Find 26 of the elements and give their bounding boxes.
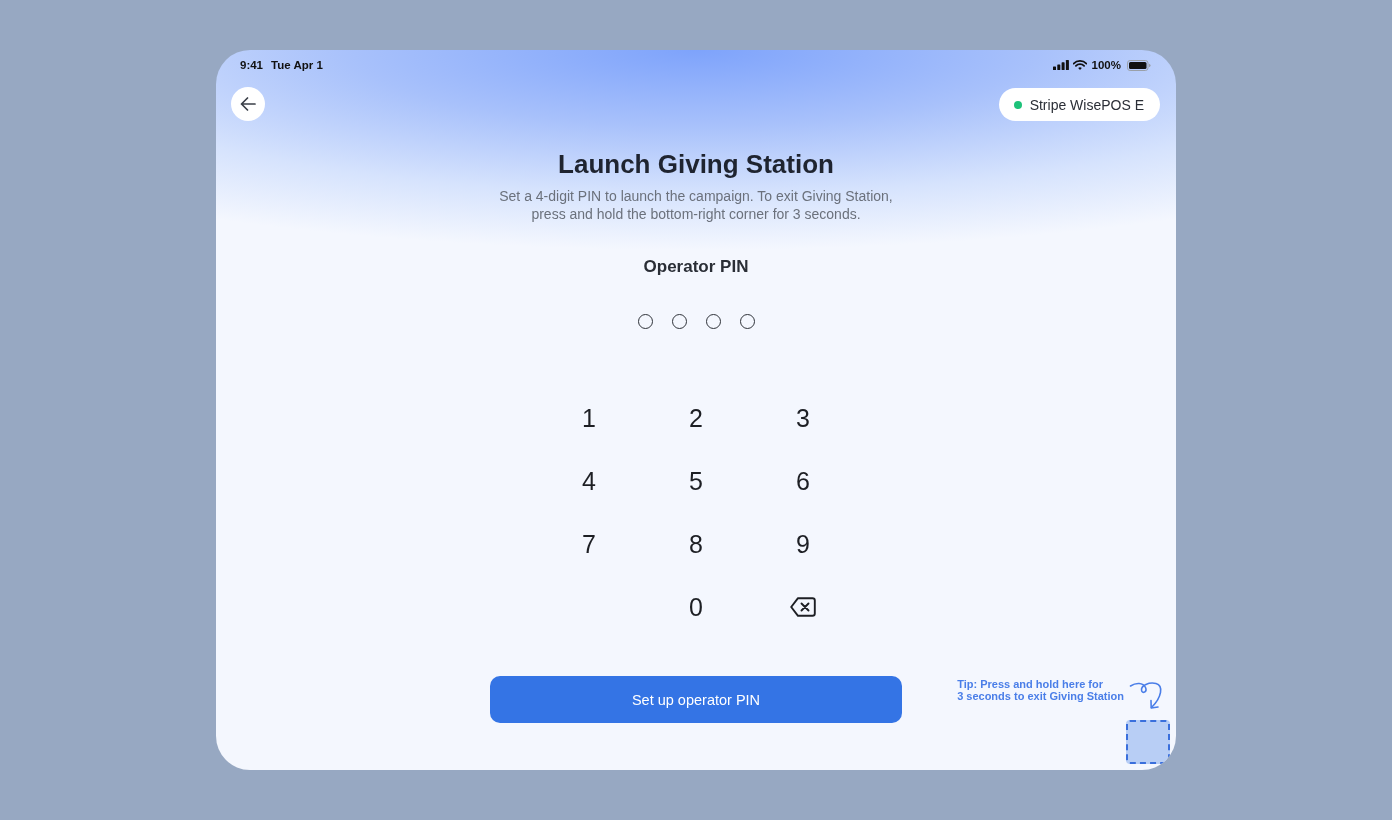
keypad-key[interactable]: 9	[755, 518, 851, 570]
status-date: Tue Apr 1	[271, 59, 323, 71]
card-reader-button[interactable]: Stripe WisePOS E	[998, 88, 1160, 121]
exit-hold-area[interactable]	[1126, 720, 1170, 764]
keypad-key[interactable]: 6	[755, 455, 851, 507]
signal-icon	[1052, 60, 1069, 70]
battery-percent: 100%	[1091, 59, 1121, 71]
keypad-key[interactable]: 2	[648, 392, 744, 444]
arrow-left-icon	[240, 97, 256, 111]
backspace-icon	[790, 597, 816, 617]
keypad-key[interactable]: 0	[648, 581, 744, 633]
keypad-key[interactable]: 1	[541, 392, 637, 444]
exit-tip-text: Tip: Press and hold here for 3 seconds to exit Giving Station	[957, 678, 1124, 702]
battery-icon	[1127, 59, 1151, 71]
setup-pin-button[interactable]: Set up operator PIN	[490, 676, 902, 723]
wifi-icon	[1072, 60, 1087, 70]
status-time: 9:41	[240, 59, 264, 71]
keypad-key[interactable]: 4	[541, 455, 637, 507]
keypad-key[interactable]: 5	[648, 455, 744, 507]
keypad-key[interactable]: 3	[755, 392, 851, 444]
keypad-key[interactable]: 7	[541, 518, 637, 570]
page-title: Launch Giving Station	[558, 148, 834, 180]
page-subtitle: Set a 4-digit PIN to launch the campaign. To exit Giving Station, press and hold the bottom-right corner for 3 seconds.	[498, 187, 894, 223]
keypad-key[interactable]: 8	[648, 518, 744, 570]
pin-label: Operator PIN	[643, 256, 749, 278]
back-button[interactable]	[231, 87, 265, 121]
